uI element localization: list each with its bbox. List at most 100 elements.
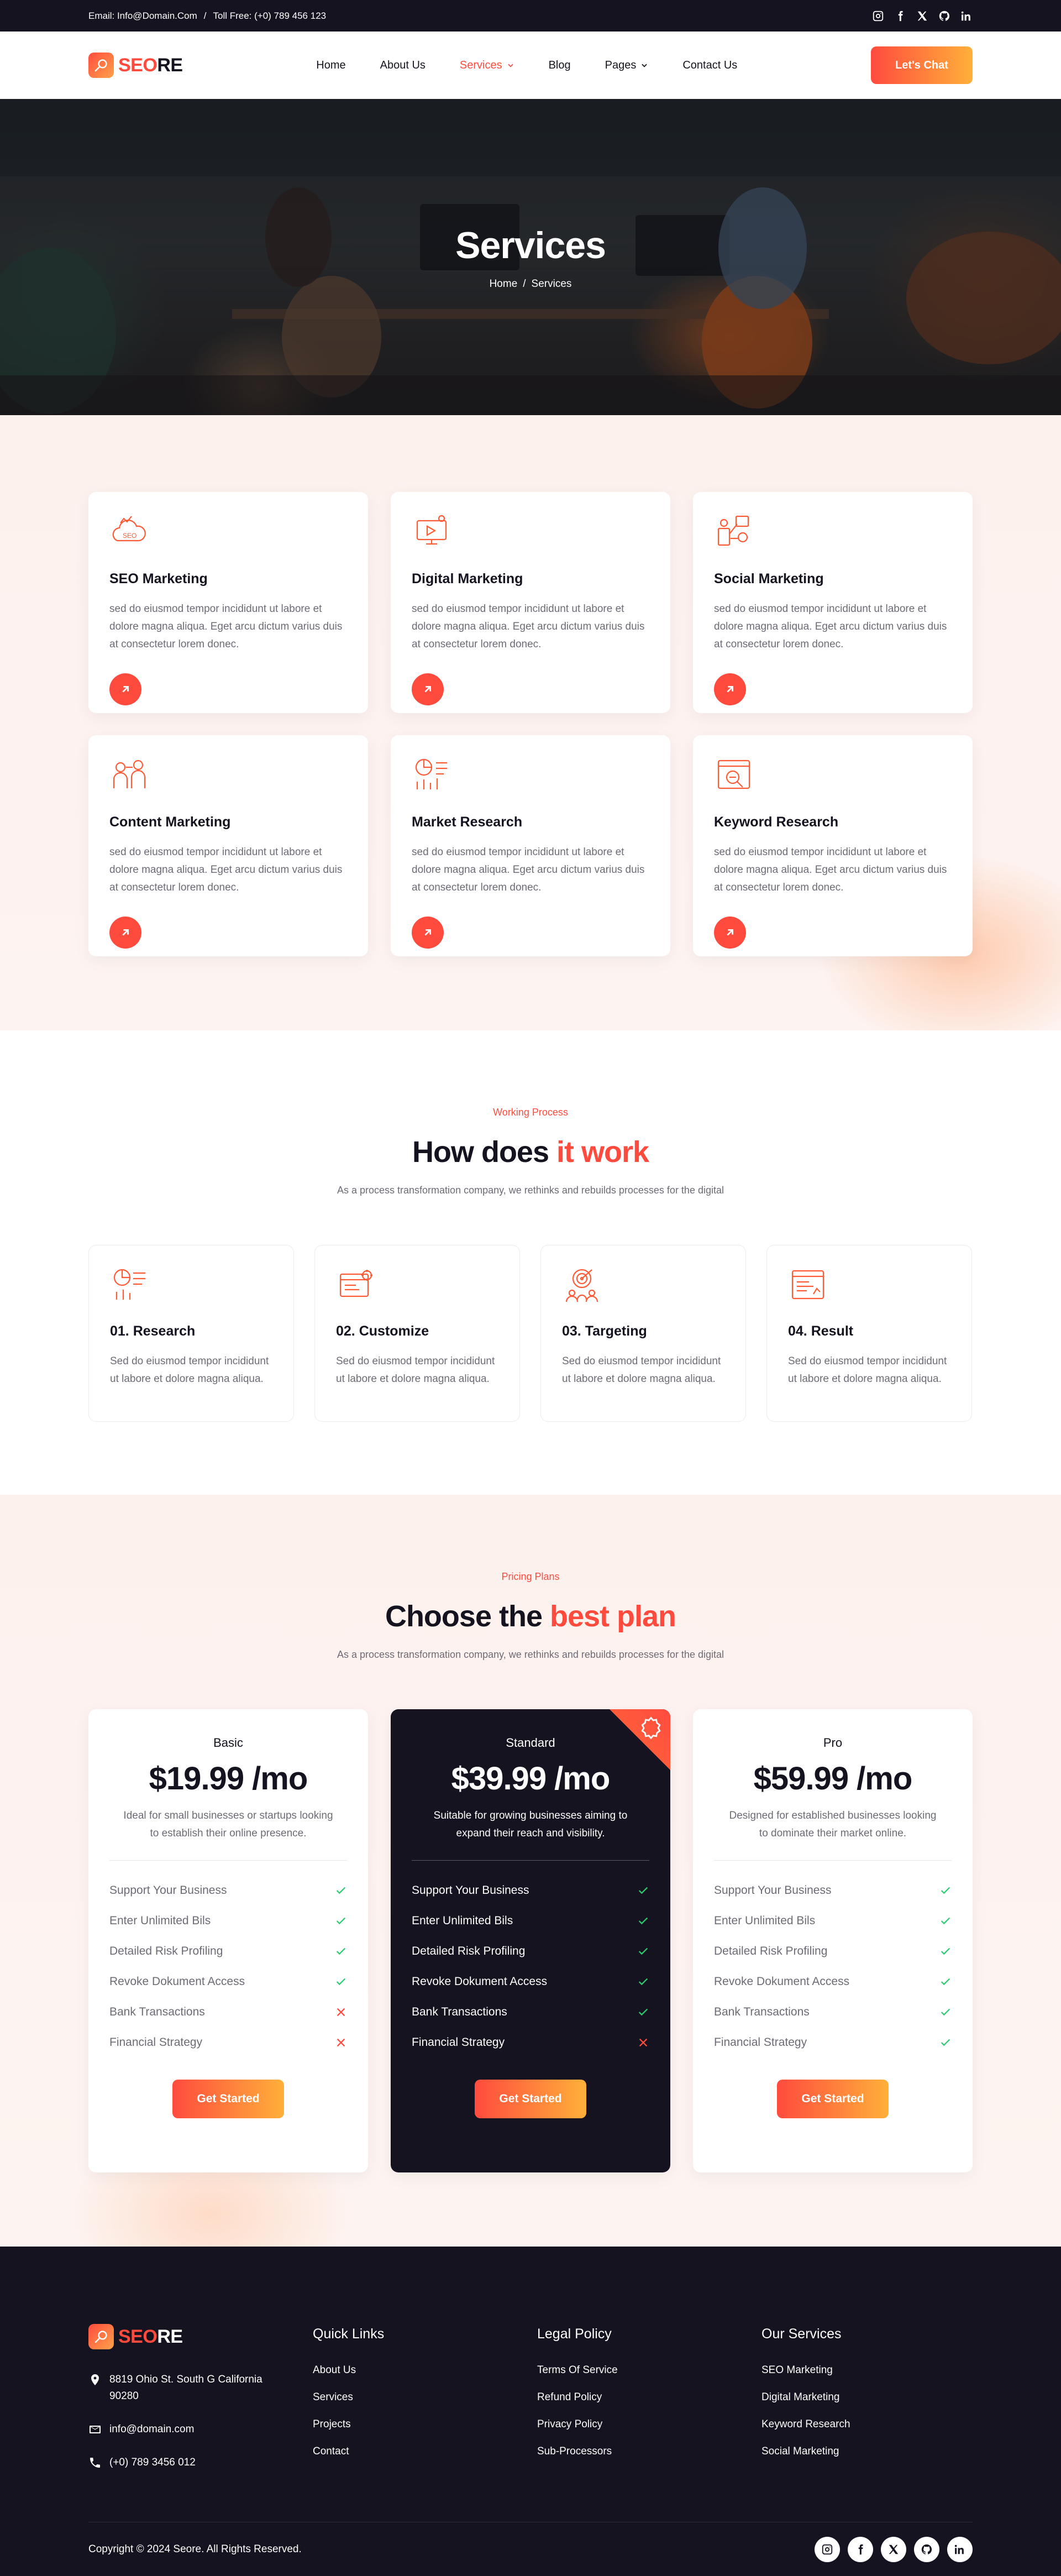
plan-feature: Detailed Risk Profiling [412, 1936, 649, 1966]
feature-label: Enter Unlimited Bils [714, 1914, 816, 1927]
footer-phone-text: (+0) 789 3456 012 [109, 2457, 196, 2468]
get-started-button[interactable]: Get Started [172, 2080, 284, 2118]
process-step-text: Sed do eiusmod tempor incididunt ut labo… [110, 1355, 269, 1385]
footer-link[interactable]: SEO Marketing [761, 2364, 971, 2376]
nav-pages[interactable]: Pages [605, 59, 649, 72]
service-link-button[interactable] [109, 917, 141, 949]
footer-column-title: Our Services [761, 2326, 842, 2342]
footer-link[interactable]: About Us [313, 2364, 537, 2376]
plan-feature: Financial Strategy [714, 2027, 952, 2057]
plan-price: $19.99 /mo [149, 1761, 308, 1797]
service-link-button[interactable] [109, 673, 141, 705]
nav-services-label: Services [459, 59, 502, 71]
top-email[interactable]: Email: Info@Domain.Com [88, 11, 197, 22]
footer-link[interactable]: Terms Of Service [537, 2364, 761, 2376]
lets-chat-button[interactable]: Let's Chat [871, 46, 973, 84]
footer-address-text: 8819 Ohio St. South G California 90280 [109, 2374, 262, 2402]
plan-feature: Revoke Dokument Access [412, 1966, 649, 1997]
github-icon[interactable] [914, 2536, 939, 2562]
footer-link[interactable]: Refund Policy [537, 2391, 761, 2404]
plan-feature: Enter Unlimited Bils [109, 1905, 347, 1936]
plan-feature: Support Your Business [412, 1875, 649, 1905]
x-icon[interactable] [881, 2536, 906, 2562]
plan-feature: Revoke Dokument Access [714, 1966, 952, 1997]
facebook-icon[interactable] [848, 2536, 873, 2562]
nav-home[interactable]: Home [316, 59, 345, 72]
pricing-subtitle: As a process transformation company, we … [337, 1649, 724, 1660]
pricing-title: Choose the best plan [88, 1599, 973, 1633]
footer-phone[interactable]: (+0) 789 3456 012 [88, 2454, 313, 2471]
instagram-icon[interactable] [872, 10, 884, 22]
footer-quick-links: Quick Links About Us Services Projects C… [313, 2324, 537, 2471]
service-link-button[interactable] [412, 673, 444, 705]
feature-label: Detailed Risk Profiling [109, 1944, 223, 1957]
github-icon[interactable] [938, 10, 950, 22]
feature-label: Detailed Risk Profiling [714, 1944, 828, 1957]
service-link-button[interactable] [714, 673, 746, 705]
page-title: Services [455, 224, 606, 266]
logo-mark-icon [88, 53, 114, 78]
pricing-title-main: Choose the [385, 1600, 550, 1633]
nav-blog[interactable]: Blog [549, 59, 571, 72]
footer-link[interactable]: Digital Marketing [761, 2391, 971, 2404]
linkedin-icon[interactable] [947, 2536, 973, 2562]
cross-icon [337, 2038, 345, 2046]
services-grid: SEO SEO Marketing sed do eiusmod tempor … [88, 492, 973, 956]
feature-label: Enter Unlimited Bils [412, 1914, 513, 1927]
feature-label: Revoke Dokument Access [714, 1975, 850, 1988]
process-step-card: 04. Result Sed do eiusmod tempor incidid… [766, 1245, 972, 1422]
footer-link[interactable]: Privacy Policy [537, 2418, 761, 2431]
footer-link[interactable]: Social Marketing [761, 2446, 971, 2458]
service-text: sed do eiusmod tempor incididunt ut labo… [412, 846, 645, 893]
x-icon[interactable] [916, 10, 928, 22]
get-started-button[interactable]: Get Started [777, 2080, 889, 2118]
breadcrumb-home[interactable]: Home [490, 278, 518, 290]
brand-logo[interactable]: SEO RE [88, 53, 183, 78]
top-bar: Email: Info@Domain.Com / Toll Free: (+0)… [0, 0, 1061, 32]
feature-label: Bank Transactions [714, 2005, 810, 2018]
service-title: Social Marketing [714, 571, 824, 587]
plan-feature: Support Your Business [109, 1875, 347, 1905]
footer-brand-column: SEO RE 8819 Ohio St. South G California 9… [88, 2324, 313, 2471]
service-card: SEO SEO Marketing sed do eiusmod tempor … [88, 492, 368, 713]
nav-about[interactable]: About Us [380, 59, 426, 72]
content-icon [113, 760, 146, 788]
logo-text-part1: SEO [118, 54, 157, 76]
plan-feature: Detailed Risk Profiling [109, 1936, 347, 1966]
footer-logo[interactable]: SEO RE [88, 2324, 313, 2349]
arrow-up-right-icon [424, 686, 431, 693]
nav-services[interactable]: Services [460, 59, 514, 72]
facebook-icon[interactable] [894, 10, 906, 22]
plan-feature: Support Your Business [714, 1875, 952, 1905]
logo-text-part2: RE [157, 2326, 183, 2347]
process-step-title: 03. Targeting [562, 1323, 647, 1339]
process-step-text: Sed do eiusmod tempor incididunt ut labo… [788, 1355, 947, 1385]
process-title-main: How does [412, 1135, 556, 1169]
check-icon [336, 1978, 346, 1985]
get-started-button[interactable]: Get Started [475, 2080, 586, 2118]
breadcrumb-current: Services [531, 278, 572, 290]
top-phone[interactable]: Toll Free: (+0) 789 456 123 [213, 11, 327, 22]
footer-link[interactable]: Keyword Research [761, 2418, 971, 2431]
service-text: sed do eiusmod tempor incididunt ut labo… [714, 846, 947, 893]
footer-email[interactable]: info@domain.com [88, 2421, 313, 2438]
service-title: Content Marketing [109, 814, 231, 830]
linkedin-icon[interactable] [960, 10, 973, 22]
plan-divider [714, 1860, 952, 1861]
nav-contact[interactable]: Contact Us [682, 59, 737, 72]
page-hero: Services Home / Services [0, 99, 1061, 415]
process-section: Working Process How does it work As a pr… [0, 1030, 1061, 1495]
service-link-button[interactable] [412, 917, 444, 949]
instagram-icon[interactable] [815, 2536, 840, 2562]
footer-link[interactable]: Sub-Processors [537, 2446, 761, 2458]
pricing-title-highlight: best plan [549, 1600, 676, 1633]
plan-feature: Detailed Risk Profiling [714, 1936, 952, 1966]
feature-label: Revoke Dokument Access [109, 1975, 245, 1988]
footer-link[interactable]: Services [313, 2391, 537, 2404]
service-link-button[interactable] [714, 917, 746, 949]
plan-feature: Financial Strategy [109, 2027, 347, 2057]
footer-link[interactable]: Contact [313, 2446, 537, 2458]
site-footer: SEO RE 8819 Ohio St. South G California 9… [0, 2247, 1061, 2576]
pricing-card-standard: Standard $39.99 /mo Suitable for growing… [391, 1709, 670, 2172]
footer-link[interactable]: Projects [313, 2418, 537, 2431]
